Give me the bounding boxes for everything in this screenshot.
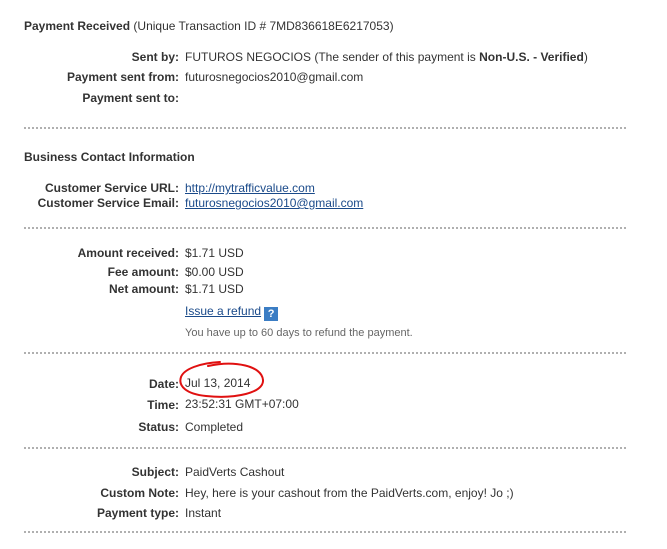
amount-received-label: Amount received:	[77, 246, 179, 260]
divider	[24, 227, 626, 229]
fee-amount-value: $0.00 USD	[185, 265, 244, 279]
fee-amount-label: Fee amount:	[107, 265, 179, 279]
issue-refund-link[interactable]: Issue a refund	[185, 304, 261, 318]
customer-service-url-link[interactable]: http://mytrafficvalue.com	[185, 181, 315, 195]
sent-from-label: Payment sent from:	[66, 70, 179, 84]
subject-label: Subject:	[131, 465, 179, 479]
customer-service-email-label: Customer Service Email:	[37, 196, 179, 210]
sent-by-value: FUTUROS NEGOCIOS (The sender of this pay…	[185, 50, 588, 64]
amount-received-value: $1.71 USD	[185, 246, 244, 260]
payment-type-label: Payment type:	[96, 506, 179, 520]
customer-service-email-link[interactable]: futurosnegocios2010@gmail.com	[185, 196, 363, 210]
page-title: Payment Received	[24, 19, 131, 33]
sent-by-label: Sent by:	[131, 50, 179, 64]
payment-header: Payment Received (Unique Transaction ID …	[24, 19, 394, 33]
issue-refund-row: Issue a refund?	[185, 304, 279, 321]
sender-note-post: )	[583, 50, 588, 64]
business-contact-heading: Business Contact Information	[24, 150, 195, 164]
subject-value: PaidVerts Cashout	[185, 465, 285, 479]
status-label: Status:	[138, 420, 179, 434]
sender-note-pre: (The sender of this payment is	[314, 50, 476, 64]
date-label: Date:	[148, 377, 179, 391]
customer-service-url-label: Customer Service URL:	[44, 181, 179, 195]
sent-to-label: Payment sent to:	[82, 91, 179, 105]
divider	[24, 531, 626, 533]
refund-note: You have up to 60 days to refund the pay…	[185, 327, 413, 339]
sender-status: Non-U.S. - Verified	[479, 50, 584, 64]
custom-note-label: Custom Note:	[100, 486, 179, 500]
date-value: Jul 13, 2014	[185, 376, 251, 390]
net-amount-value: $1.71 USD	[185, 282, 244, 296]
divider	[24, 447, 626, 449]
custom-note-value: Hey, here is your cashout from the PaidV…	[185, 486, 514, 500]
payment-type-value: Instant	[185, 506, 222, 520]
status-value: Completed	[185, 420, 244, 434]
sender-name: FUTUROS NEGOCIOS	[185, 50, 312, 64]
net-amount-label: Net amount:	[109, 282, 179, 296]
time-value: 23:52:31 GMT+07:00	[185, 397, 299, 411]
sent-from-value: futurosnegocios2010@gmail.com	[185, 70, 364, 84]
time-label: Time:	[147, 398, 179, 412]
question-help-icon[interactable]: ?	[264, 307, 279, 321]
divider	[24, 127, 626, 129]
transaction-id: (Unique Transaction ID # 7MD836618E62170…	[133, 19, 394, 33]
divider	[24, 352, 626, 354]
